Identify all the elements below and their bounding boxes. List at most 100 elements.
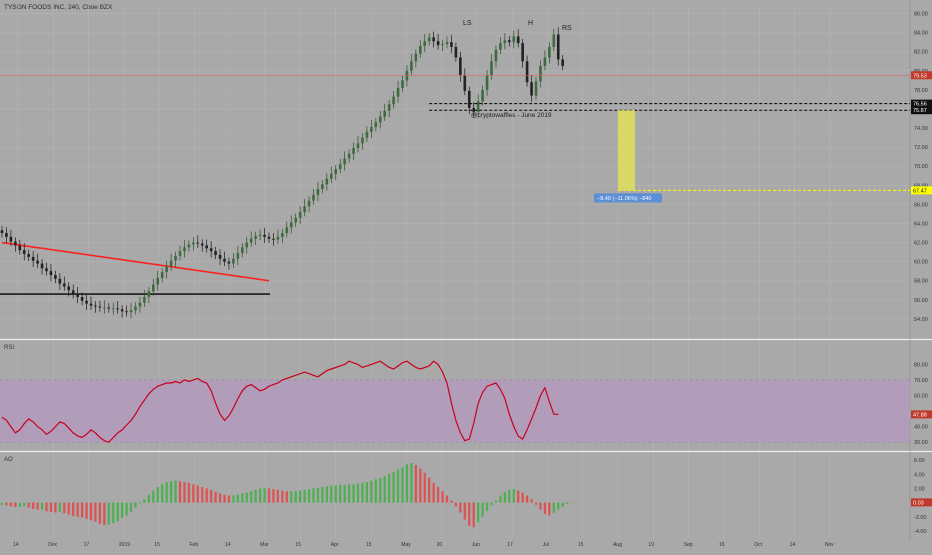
ao-bar	[290, 491, 293, 503]
ao-bar	[557, 502, 560, 510]
price-axis-tick-label: 54.00	[914, 317, 928, 323]
ao-bar	[414, 465, 417, 503]
ao-bar	[285, 491, 288, 503]
price-candle	[120, 309, 124, 312]
price-candle	[27, 254, 30, 257]
rsi-axis-tick-label: 30.00	[914, 440, 928, 446]
chart-title: TYSON FOODS INC, 240, Cboe BZX	[4, 4, 113, 11]
price-axis-tick-label: 86.00	[914, 12, 928, 18]
price-axis-tick-label: 82.00	[914, 50, 928, 56]
time-axis-tick-label: 16	[719, 542, 725, 548]
ao-bar	[428, 477, 431, 503]
ao-bar	[499, 495, 502, 503]
price-candle	[67, 286, 71, 291]
price-axis-tick-label: 62.00	[914, 241, 928, 247]
ao-bar	[121, 502, 124, 519]
ao-bar	[388, 474, 391, 503]
price-candle	[352, 148, 355, 154]
ao-bar	[312, 488, 315, 503]
price-candle	[499, 43, 502, 50]
price-candle	[160, 272, 164, 278]
price-candle	[18, 245, 22, 251]
price-candle	[232, 258, 235, 264]
ao-bar	[45, 502, 48, 512]
price-candle	[325, 178, 329, 185]
price-candle	[374, 122, 378, 128]
ao-bar	[27, 502, 30, 508]
price-candle	[387, 104, 391, 111]
ao-value-label: 0.03	[913, 500, 924, 506]
price-candle	[485, 75, 489, 90]
ao-bar	[334, 485, 337, 503]
price-candle	[552, 34, 556, 47]
price-axis-tick-label: 58.00	[914, 279, 928, 285]
price-candle	[356, 143, 360, 149]
ao-bar	[321, 487, 324, 503]
rsi-axis-tick-label: 40.00	[914, 425, 928, 431]
price-candle	[516, 36, 520, 44]
ao-bar	[18, 502, 21, 507]
price-candle	[481, 89, 484, 102]
price-candle	[0, 230, 4, 234]
price-candle	[423, 41, 427, 46]
price-candle	[530, 82, 533, 96]
price-candle	[138, 302, 142, 307]
time-axis-tick-label: 19	[648, 542, 654, 548]
price-candle	[80, 296, 84, 301]
price-candle	[152, 284, 155, 292]
price-level-label: 79.53	[913, 73, 927, 79]
ao-bar	[147, 494, 150, 503]
ao-bar	[490, 502, 493, 506]
ao-bar	[432, 482, 435, 503]
price-candle	[263, 234, 266, 237]
price-candle	[534, 81, 538, 96]
ao-bar	[410, 462, 413, 503]
chart-container: TYSON FOODS INC, 240, Cboe BZX 86.00 84.0…	[0, 0, 932, 550]
ao-bar	[356, 483, 360, 503]
ao-bar	[236, 494, 239, 503]
ao-bar	[112, 502, 115, 524]
ao-bar	[227, 495, 231, 503]
ao-bar	[383, 476, 386, 503]
ao-bar	[103, 502, 106, 526]
ao-bar	[165, 482, 168, 503]
price-candle	[169, 260, 173, 267]
price-candle	[556, 34, 560, 60]
rsi-band	[0, 379, 910, 443]
price-candle	[401, 80, 404, 88]
price-candle	[214, 251, 217, 255]
ao-bar	[218, 493, 222, 503]
ao-bar	[174, 480, 177, 503]
ao-axis-tick-label: 2.00	[914, 486, 925, 492]
time-axis-tick-label: Mar	[260, 542, 269, 548]
pattern-label: H	[528, 20, 533, 27]
price-candle	[227, 261, 231, 264]
ao-bar	[272, 489, 275, 503]
time-axis-tick-label: Aug	[613, 542, 622, 548]
price-axis-tick-label: 56.00	[914, 298, 928, 304]
ao-bar	[98, 502, 101, 524]
price-candle	[294, 217, 297, 223]
price-candle	[5, 233, 8, 237]
ao-bar	[94, 502, 97, 522]
price-candle	[427, 37, 431, 42]
ao-bar	[214, 491, 217, 503]
price-candle	[258, 234, 262, 236]
ao-bar	[54, 502, 57, 513]
credit-annotation: @cryptowaffles - June 2019	[471, 112, 552, 119]
price-candle	[245, 242, 249, 248]
price-candle	[125, 311, 128, 313]
stock-chart[interactable]: TYSON FOODS INC, 240, Cboe BZX 86.00 84.0…	[0, 0, 932, 550]
price-candle	[143, 296, 146, 303]
ao-bar	[23, 502, 26, 507]
ao-bar	[187, 482, 190, 503]
price-candle	[543, 57, 547, 67]
ao-bar	[267, 488, 271, 503]
ao-bar	[63, 502, 66, 514]
price-candle	[205, 245, 208, 249]
price-candle	[289, 222, 293, 228]
price-candle	[454, 46, 458, 58]
price-candle	[459, 57, 462, 76]
price-candle	[71, 290, 75, 295]
price-candle	[414, 53, 418, 62]
